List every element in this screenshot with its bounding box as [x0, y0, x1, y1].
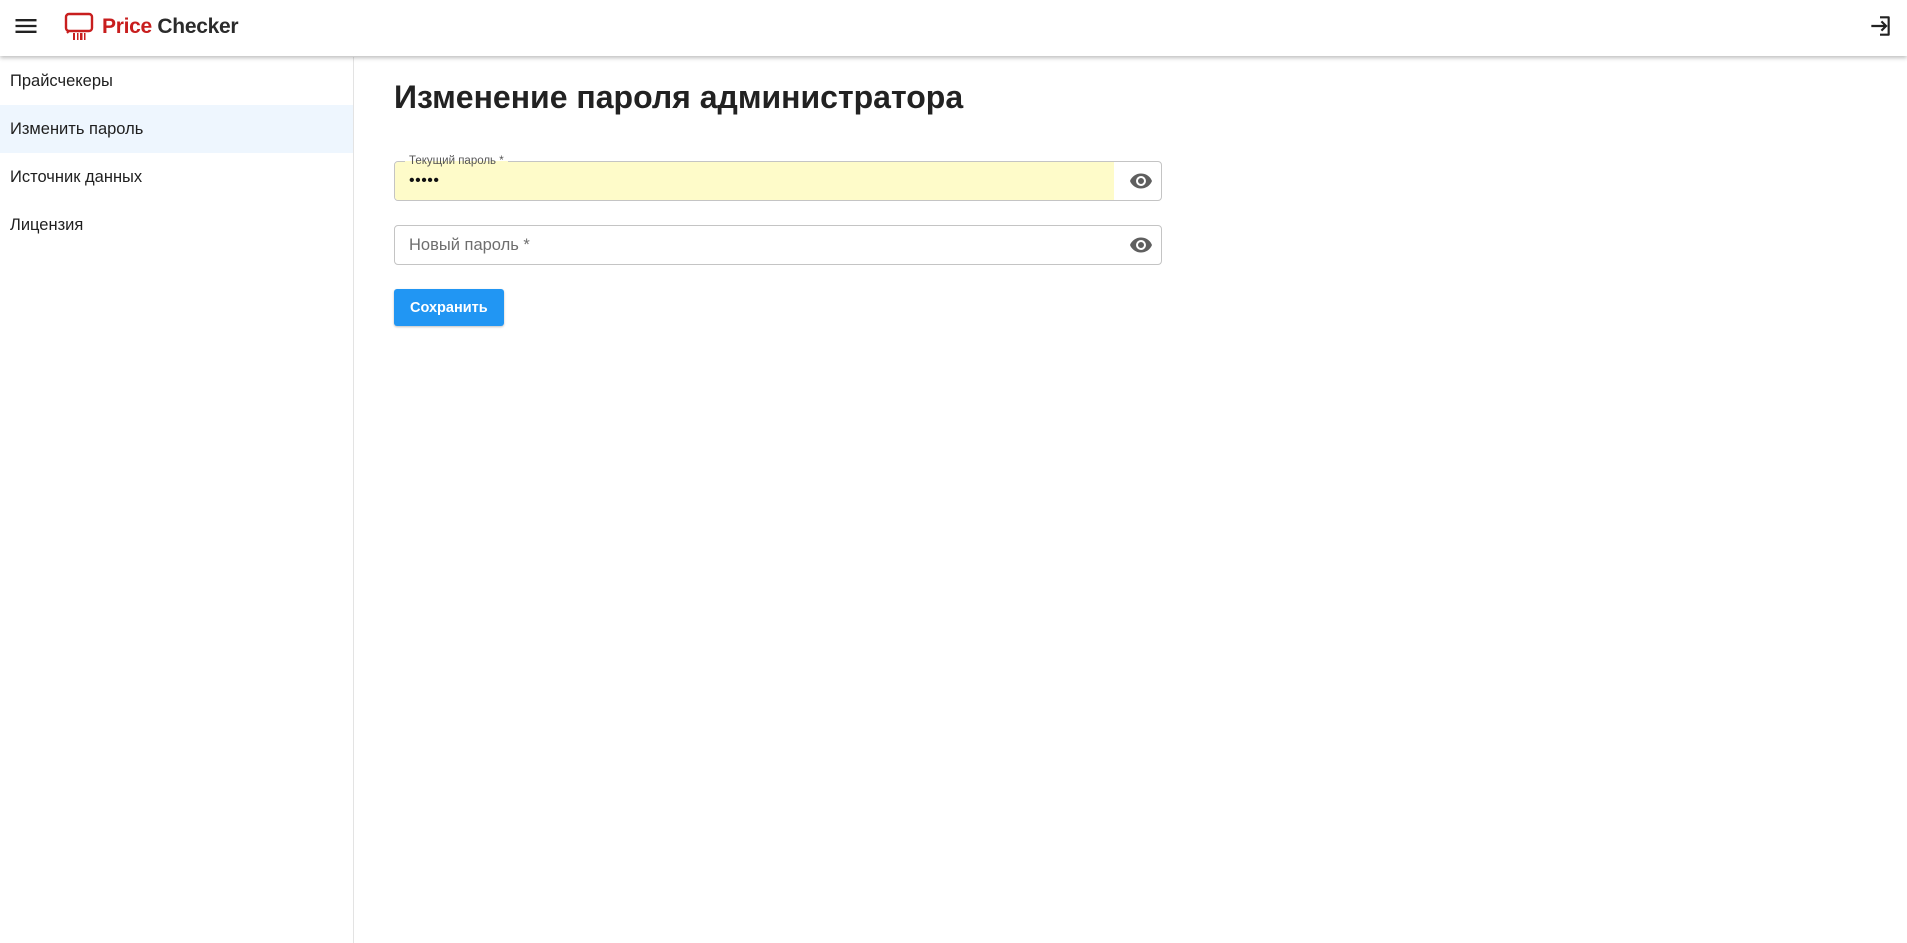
page-title: Изменение пароля администратора: [394, 79, 964, 115]
top-app-bar: Price Checker: [0, 0, 1907, 56]
sidebar-item-license[interactable]: Лицензия: [0, 201, 353, 249]
eye-icon[interactable]: [1129, 233, 1153, 257]
hamburger-menu-icon[interactable]: [12, 12, 40, 40]
sidebar-item-data-source[interactable]: Источник данных: [0, 153, 353, 201]
sidebar-nav: Прайсчекеры Изменить пароль Источник дан…: [0, 57, 354, 943]
logout-icon[interactable]: [1867, 13, 1893, 39]
sidebar-item-pricecheckers[interactable]: Прайсчекеры: [0, 57, 353, 105]
new-password-field[interactable]: Новый пароль *: [394, 225, 1162, 265]
brand-logo-link[interactable]: Price Checker: [64, 10, 239, 44]
save-button[interactable]: Сохранить: [394, 289, 504, 326]
sidebar-item-change-password[interactable]: Изменить пароль: [0, 105, 353, 153]
brand-name: Price Checker: [102, 15, 239, 39]
price-checker-logo-icon: [64, 12, 94, 40]
brand-name-checker: Checker: [157, 15, 239, 38]
eye-icon[interactable]: [1129, 169, 1153, 193]
current-password-field[interactable]: Текущий пароль * •••••: [394, 154, 1162, 201]
new-password-placeholder: Новый пароль *: [409, 236, 530, 254]
brand-name-price: Price: [102, 15, 152, 38]
current-password-value[interactable]: •••••: [409, 162, 440, 200]
